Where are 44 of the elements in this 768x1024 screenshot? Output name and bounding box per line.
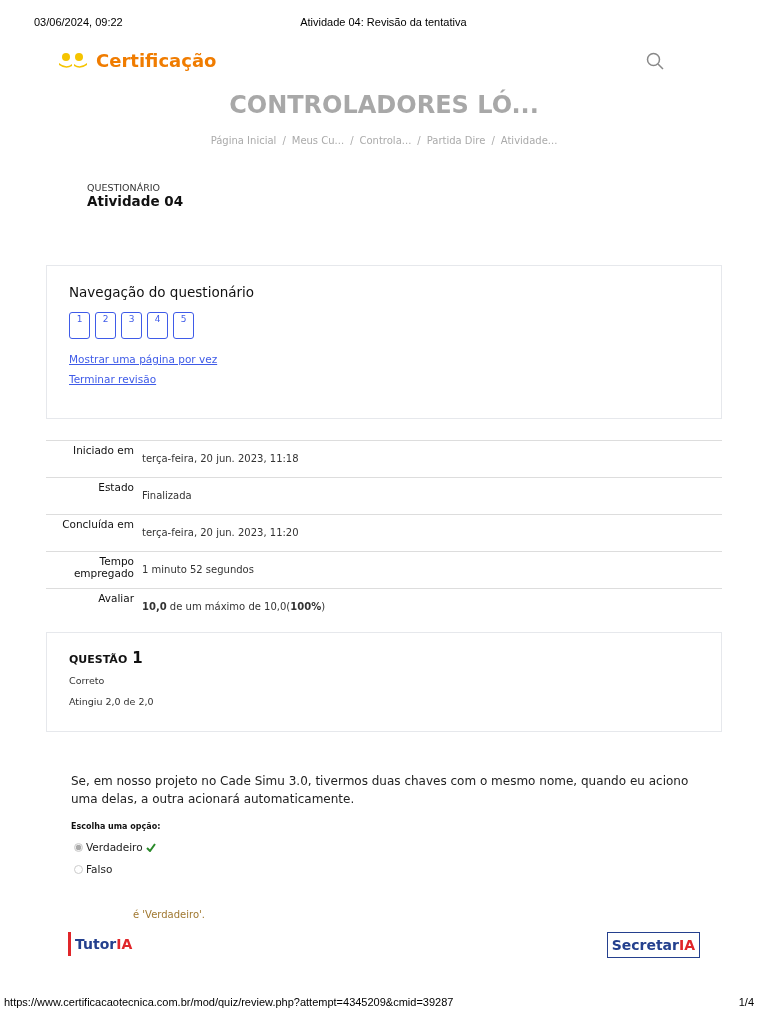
- summary-label: Estado: [97, 481, 134, 495]
- breadcrumb-separator: /: [491, 135, 495, 146]
- question-button[interactable]: 1: [69, 312, 90, 339]
- summary-value: 1 minuto 52 segundos: [142, 563, 255, 577]
- feedback-text: é 'Verdadeiro'.: [133, 909, 206, 920]
- question-number: 1: [132, 649, 143, 667]
- summary-label: Tempo empregado: [72, 555, 134, 581]
- print-url: https://www.certificacaotecnica.com.br/mod/quiz/review.php?attempt=4345209&cmid=39287: [4, 996, 454, 1008]
- navigation-title: Navegação do questionário: [69, 284, 256, 300]
- question-grade: Atingiu 2,0 de 2,0: [69, 696, 155, 707]
- breadcrumb-separator: /: [417, 135, 421, 146]
- question-button[interactable]: 5: [173, 312, 194, 339]
- activity-type: QUESTIONÁRIO: [87, 182, 162, 193]
- summary-value: terça-feira, 20 jun. 2023, 11:18: [142, 452, 300, 466]
- summary-value: terça-feira, 20 jun. 2023, 11:20: [142, 526, 300, 540]
- summary-label: Avaliar: [97, 592, 134, 606]
- option-prompt: Escolha uma opção:: [71, 822, 162, 831]
- question-button[interactable]: 3: [121, 312, 142, 339]
- summary-label: Iniciado em: [72, 444, 134, 458]
- course-title: CONTROLADORES LÓ...: [228, 91, 540, 119]
- page-number: 1/4: [738, 996, 754, 1008]
- navigation-link[interactable]: Terminar revisão: [69, 373, 157, 385]
- question-button[interactable]: 2: [95, 312, 116, 339]
- print-title: Atividade 04: Revisão da tentativa: [299, 16, 468, 28]
- option-label: Falso: [86, 863, 113, 875]
- question-label: QUESTÃO: [69, 653, 128, 666]
- breadcrumb-separator: /: [350, 135, 354, 146]
- question-button[interactable]: 4: [147, 312, 168, 339]
- summary-value: Finalizada: [142, 489, 193, 503]
- question-status: Correto: [69, 675, 106, 686]
- navigation-link[interactable]: Mostrar uma página por vez: [69, 353, 218, 365]
- question-text: Se, em nosso projeto no Cade Simu 3.0, tivermos duas chaves com o mesmo nome, quando eu aciono uma delas, a outra acionará automaticamente.: [71, 773, 690, 808]
- logo-icon: [58, 51, 88, 70]
- breadcrumb-separator: /: [282, 135, 286, 146]
- search-icon[interactable]: [646, 51, 664, 70]
- activity-name: Atividade 04: [87, 193, 185, 209]
- summary-label: Concluída em: [61, 518, 134, 532]
- site-logo: Certificação: [96, 50, 217, 71]
- assistant-widget[interactable]: SecretarIA: [606, 932, 700, 958]
- option-label: Verdadeiro: [86, 841, 143, 853]
- radio-button[interactable]: [74, 864, 83, 874]
- print-date: 03/06/2024, 09:22: [34, 16, 123, 28]
- radio-button[interactable]: [74, 842, 83, 852]
- summary-value: 10,0 de um máximo de 10,0(100%): [142, 600, 327, 614]
